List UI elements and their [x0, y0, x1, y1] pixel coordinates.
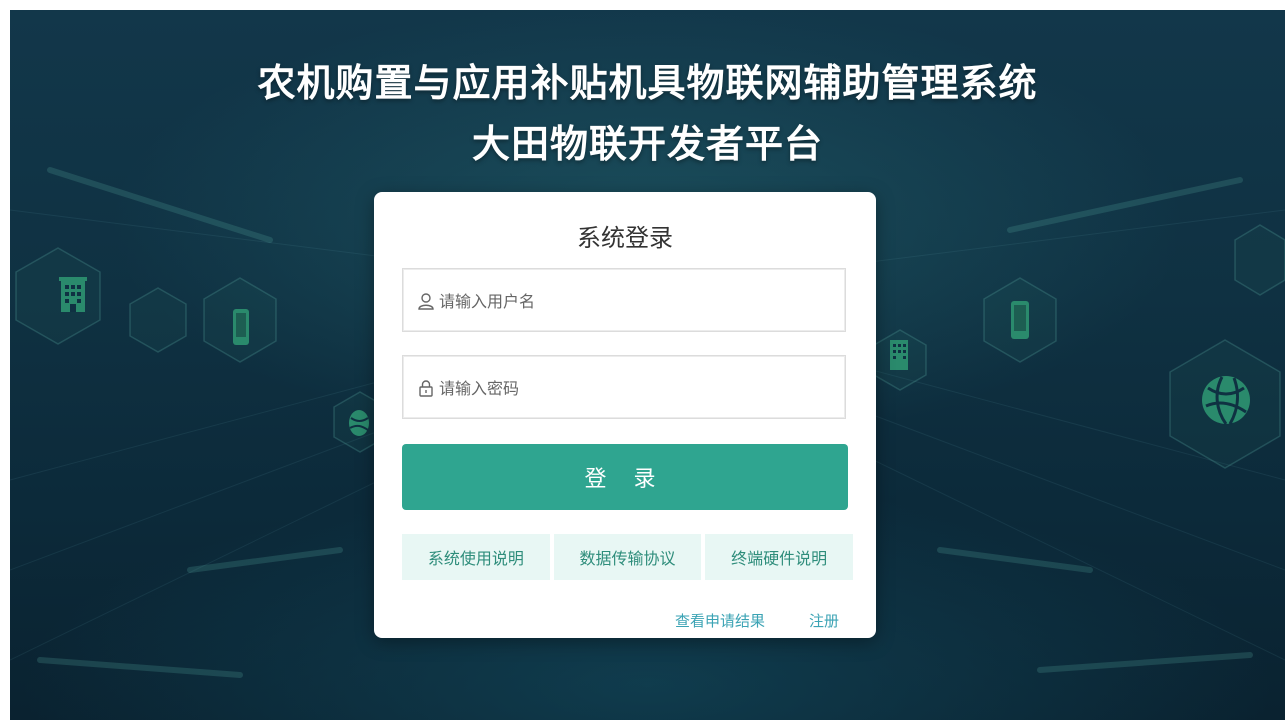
view-application-result-link[interactable]: 查看申请结果	[675, 610, 765, 631]
password-field[interactable]	[402, 355, 846, 420]
login-page: 农机购置与应用补贴机具物联网辅助管理系统 大田物联开发者平台 系统登录 登 录 …	[10, 10, 1285, 720]
password-input[interactable]	[437, 356, 841, 420]
system-title: 农机购置与应用补贴机具物联网辅助管理系统	[257, 61, 1038, 105]
building-icon	[59, 277, 87, 312]
building-icon	[890, 340, 908, 370]
data-transfer-protocol-button[interactable]: 数据传输协议	[553, 534, 702, 580]
phone-icon	[233, 309, 249, 345]
username-input[interactable]	[437, 269, 841, 333]
lock-icon	[419, 380, 433, 397]
login-button[interactable]: 登 录	[402, 444, 848, 510]
username-field[interactable]	[402, 268, 846, 333]
phone-icon	[1011, 301, 1029, 339]
terminal-hardware-guide-button[interactable]: 终端硬件说明	[705, 534, 854, 580]
globe-icon	[349, 410, 369, 436]
system-usage-guide-button[interactable]: 系统使用说明	[402, 534, 550, 580]
help-links: 系统使用说明 数据传输协议 终端硬件说明	[402, 534, 854, 580]
user-icon	[418, 293, 434, 310]
globe-icon	[1202, 376, 1250, 425]
login-card: 系统登录 登 录 系统使用说明 数据传输协议 终端硬件说明 查看申请结果 注册	[374, 192, 876, 638]
login-title: 系统登录	[577, 224, 673, 252]
register-link[interactable]: 注册	[809, 610, 839, 631]
platform-title: 大田物联开发者平台	[471, 122, 823, 166]
